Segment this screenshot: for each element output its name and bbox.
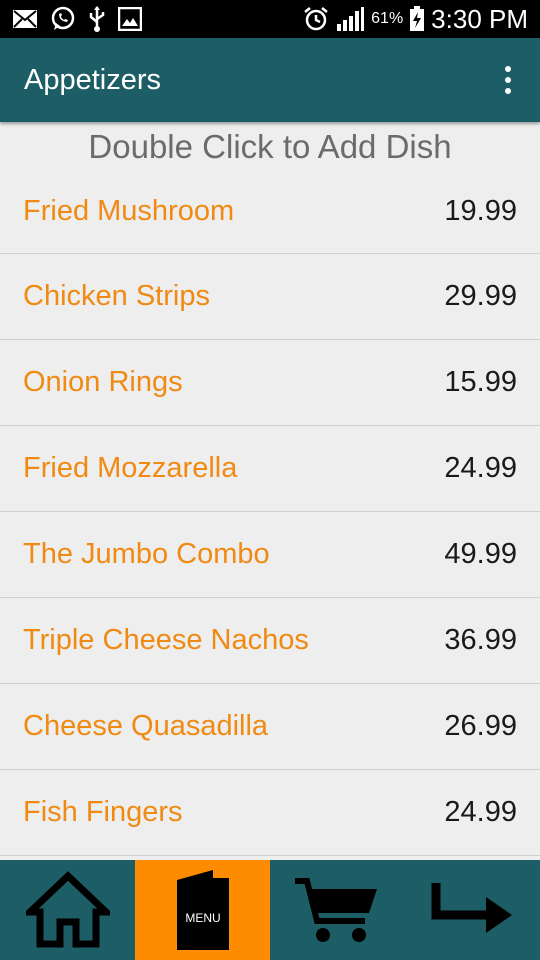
menu-item[interactable]: The Jumbo Combo 49.99 [0, 512, 540, 598]
overflow-dot [505, 88, 511, 94]
battery-percent: 61% [371, 10, 404, 27]
mail-icon [13, 10, 37, 28]
item-name: Chicken Strips [23, 280, 210, 312]
menu-item[interactable]: Triple Cheese Nachos 36.99 [0, 598, 540, 684]
menu-list: Fried Mushroom 19.99 Chicken Strips 29.9… [0, 170, 540, 856]
item-price: 24.99 [444, 452, 517, 484]
menu-item[interactable]: Cheese Quasadilla 26.99 [0, 684, 540, 770]
item-name: Fried Mushroom [23, 195, 235, 227]
menu-book-icon: MENU [176, 870, 229, 950]
item-name: The Jumbo Combo [23, 538, 270, 570]
alarm-icon [304, 7, 328, 31]
item-price: 26.99 [444, 710, 517, 742]
item-name: Onion Rings [23, 366, 183, 398]
exit-button[interactable] [405, 860, 540, 960]
item-price: 49.99 [444, 538, 517, 570]
overflow-menu-icon[interactable] [488, 38, 528, 122]
instruction-text: Double Click to Add Dish [88, 128, 452, 165]
clock: 3:30 PM [431, 3, 528, 34]
menu-button[interactable]: MENU [135, 860, 270, 960]
whatsapp-icon [51, 6, 75, 30]
app-bar: Appetizers [0, 38, 540, 122]
overflow-dot [505, 77, 511, 83]
item-price: 36.99 [444, 624, 517, 656]
menu-item[interactable]: Chicken Strips 29.99 [0, 254, 540, 340]
cart-icon [294, 878, 377, 942]
cart-button[interactable] [270, 860, 405, 960]
menu-item[interactable]: Fried Mushroom 19.99 [0, 170, 540, 254]
item-price: 24.99 [444, 796, 517, 828]
home-icon [25, 871, 110, 948]
home-button[interactable] [0, 860, 135, 960]
signal-icon [337, 7, 365, 31]
item-price: 29.99 [444, 280, 517, 312]
menu-item[interactable]: Fried Mozzarella 24.99 [0, 426, 540, 512]
overflow-dot [505, 66, 511, 72]
notification-icons [0, 6, 142, 32]
menu-label: MENU [185, 911, 220, 925]
system-icons: 61% 3:30 PM [303, 4, 540, 35]
item-name: Fish Fingers [23, 796, 183, 828]
item-name: Cheese Quasadilla [23, 710, 269, 742]
battery-charging-icon [410, 6, 425, 31]
menu-item[interactable]: Fish Fingers 24.99 [0, 770, 540, 856]
status-bar: 61% 3:30 PM [0, 0, 540, 38]
item-name: Fried Mozzarella [23, 452, 238, 484]
menu-item[interactable]: Onion Rings 15.99 [0, 340, 540, 426]
page-title: Appetizers [24, 63, 162, 96]
bottom-nav: MENU [0, 860, 540, 960]
arrow-icon [431, 883, 512, 933]
image-icon [118, 7, 142, 31]
item-price: 19.99 [444, 195, 517, 227]
item-price: 15.99 [444, 366, 517, 398]
item-name: Triple Cheese Nachos [23, 624, 309, 656]
usb-icon [89, 6, 105, 32]
